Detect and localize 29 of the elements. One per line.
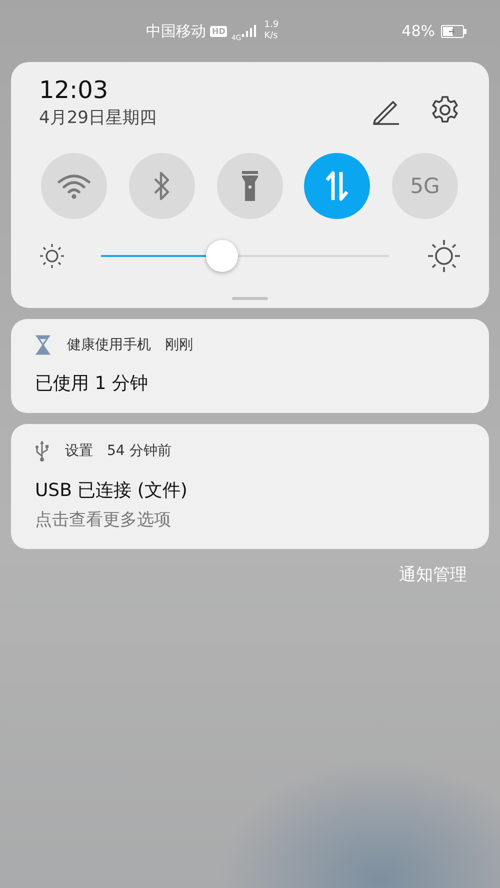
- notification-card[interactable]: 设置 54 分钟前 USB 已连接 (文件) 点击查看更多选项: [11, 424, 489, 549]
- speed-unit: K/s: [264, 31, 279, 42]
- notification-time: 刚刚: [165, 336, 193, 354]
- notification-body: 点击查看更多选项: [35, 509, 172, 531]
- carrier-name: 中国移动: [146, 22, 206, 40]
- usb-icon: [35, 440, 49, 462]
- date-label: 4月29日星期四: [39, 107, 156, 129]
- settings-icon[interactable]: [429, 94, 461, 126]
- notification-title: 已使用 1 分钟: [35, 372, 149, 395]
- battery-percent: 48%: [402, 22, 435, 40]
- brightness-low-icon: [39, 243, 65, 269]
- drag-handle[interactable]: [232, 297, 268, 300]
- brightness-slider[interactable]: [101, 240, 389, 272]
- app-name: 设置: [65, 442, 93, 460]
- slider-thumb[interactable]: [206, 240, 238, 272]
- notification-time: 54 分钟前: [107, 442, 172, 460]
- app-name: 健康使用手机: [67, 336, 151, 354]
- flashlight-icon: [240, 170, 258, 202]
- speed-value: 1.9: [264, 20, 279, 31]
- clock-time: 12:03: [39, 76, 110, 104]
- notification-title: USB 已连接 (文件): [35, 479, 188, 502]
- data-transfer-icon: [324, 171, 350, 201]
- hourglass-icon: [35, 335, 51, 355]
- wifi-icon: [57, 173, 91, 199]
- brightness-high-icon: [427, 239, 461, 273]
- hd-badge: HD: [210, 26, 228, 36]
- notification-card[interactable]: 健康使用手机 刚刚 已使用 1 分钟: [11, 319, 489, 413]
- bluetooth-icon: [152, 171, 172, 201]
- signal-icon: [242, 25, 256, 37]
